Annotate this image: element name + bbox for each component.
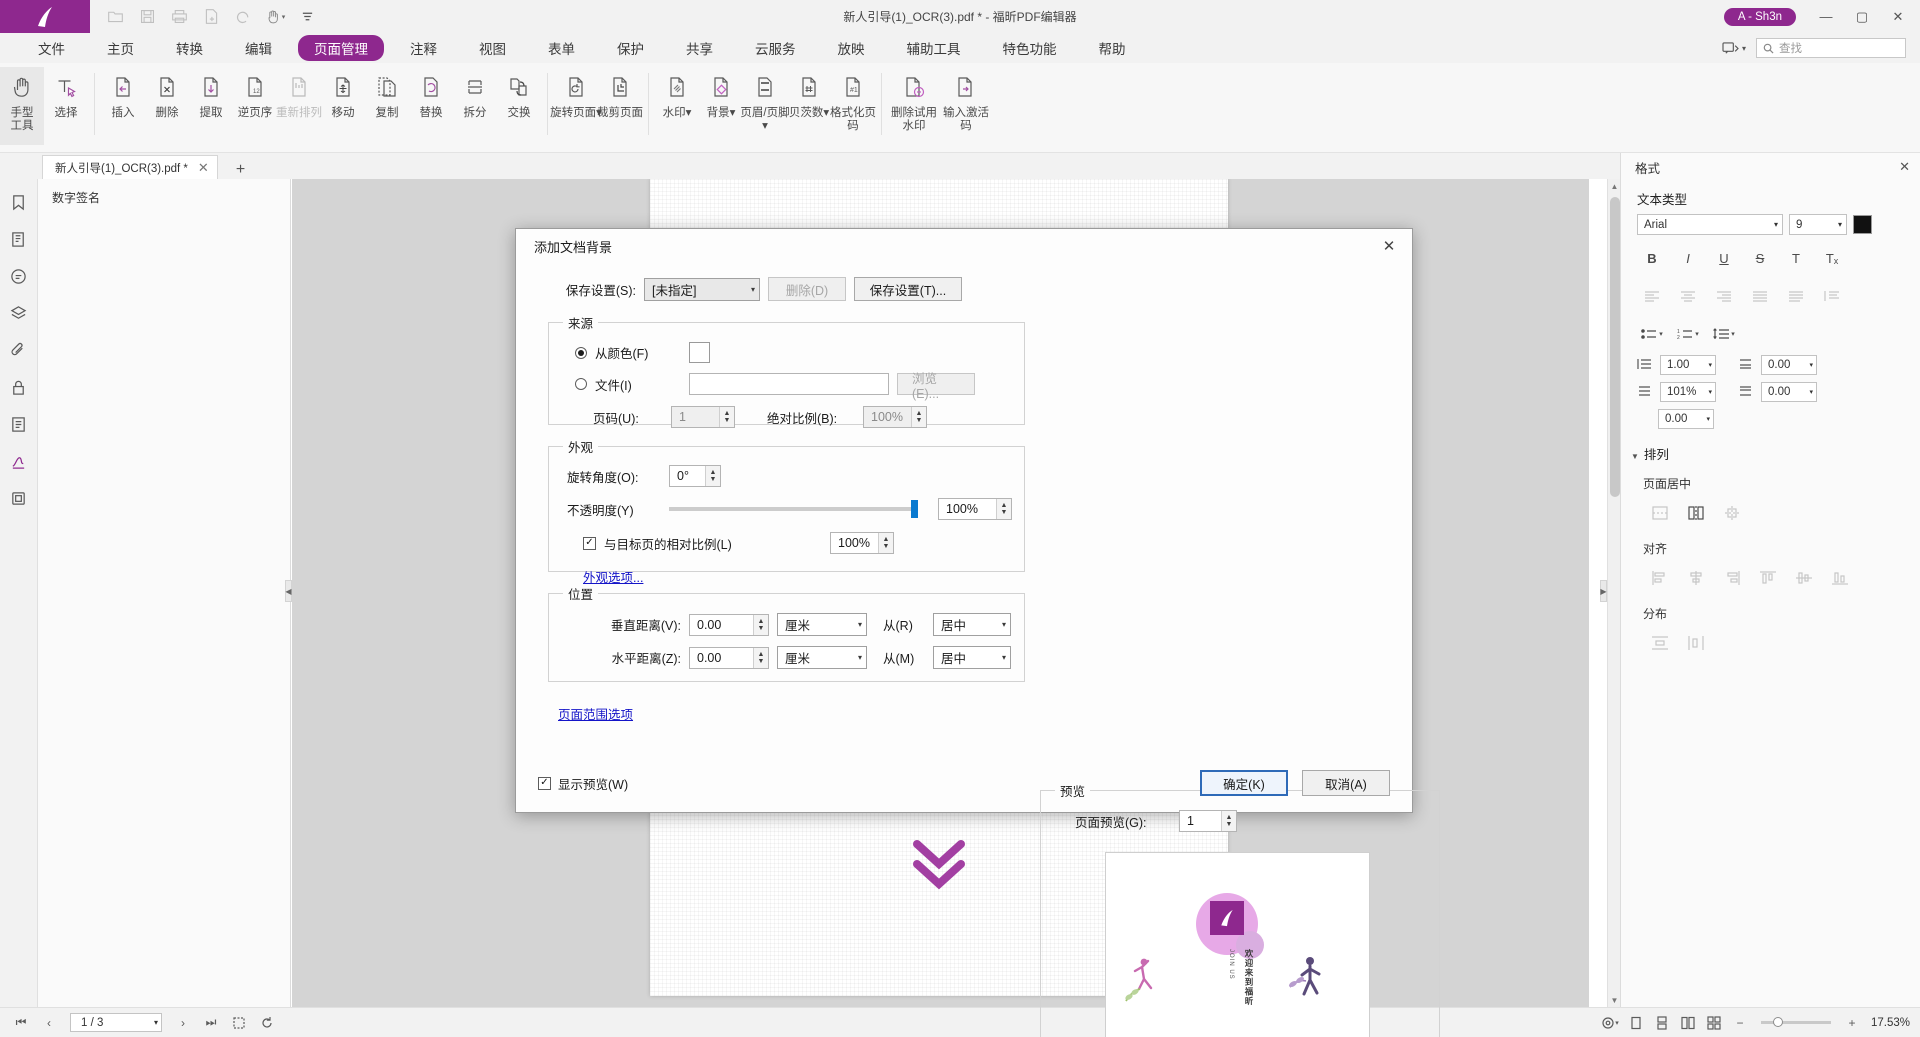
preview-logo xyxy=(1210,901,1244,935)
save-settings-select[interactable]: [未指定]▾ xyxy=(644,278,760,301)
opacity-slider[interactable] xyxy=(669,507,918,511)
opacity-spinner[interactable]: 100% ▲▼ xyxy=(938,498,1012,520)
preview-figure-left xyxy=(1122,957,1164,1009)
page-preview-label: 页面预览(G): xyxy=(1075,812,1171,831)
relative-scale-spinner[interactable]: 100% ▲▼ xyxy=(830,532,894,554)
horizontal-unit-value: 厘米 xyxy=(785,648,810,667)
from-color-radio[interactable] xyxy=(575,347,587,359)
page-preview-value: 1 xyxy=(1187,814,1194,828)
horizontal-from-label: 从(M) xyxy=(883,648,925,667)
rotation-label: 旋转角度(O): xyxy=(567,467,661,486)
horizontal-from-select[interactable]: 居中▾ xyxy=(933,646,1011,669)
save-settings-row: 保存设置(S): [未指定]▾ 删除(D) 保存设置(T)... xyxy=(548,277,1392,301)
vertical-distance-label: 垂直距离(V): xyxy=(583,615,681,634)
show-preview-checkbox[interactable]: ✓ xyxy=(538,777,551,790)
preview-welcome-text: 欢迎来到福昕 xyxy=(1243,949,1254,1006)
from-file-row: 文件(I) 浏览(E)... xyxy=(575,373,1012,395)
appearance-legend: 外观 xyxy=(563,437,598,456)
from-file-label: 文件(I) xyxy=(595,375,681,394)
vertical-unit-select[interactable]: 厘米▾ xyxy=(777,613,867,636)
delete-settings-button: 删除(D) xyxy=(768,277,846,301)
source-page-number-spinner[interactable]: 1 ▲▼ xyxy=(671,406,735,428)
dialog-title: 添加文档背景 xyxy=(534,237,612,256)
dialog-close-icon[interactable]: ✕ xyxy=(1376,234,1402,258)
relative-scale-row: ✓ 与目标页的相对比例(L) 100% ▲▼ xyxy=(583,532,1012,554)
page-number-row: 页码(U): 1 ▲▼ 绝对比例(B): 100% ▲▼ xyxy=(593,406,1012,428)
opacity-row: 不透明度(Y) 100% ▲▼ xyxy=(567,498,1012,520)
rotation-spinner[interactable]: 0° ▲▼ xyxy=(669,465,721,487)
save-settings-button[interactable]: 保存设置(T)... xyxy=(854,277,962,301)
opacity-slider-handle[interactable] xyxy=(911,500,918,518)
source-legend: 来源 xyxy=(563,313,598,332)
show-preview-row: ✓ 显示预览(W) xyxy=(538,774,628,793)
from-file-radio[interactable] xyxy=(575,378,587,390)
add-background-dialog: 添加文档背景 ✕ 保存设置(S): [未指定]▾ 删除(D) 保存设置(T)..… xyxy=(515,228,1413,813)
show-preview-label: 显示预览(W) xyxy=(558,774,628,793)
horizontal-distance-spinner[interactable]: 0.00 ▲▼ xyxy=(689,647,769,669)
horizontal-unit-select[interactable]: 厘米▾ xyxy=(777,646,867,669)
opacity-value: 100% xyxy=(946,502,978,516)
rotation-row: 旋转角度(O): 0° ▲▼ xyxy=(567,465,1012,487)
file-path-input[interactable] xyxy=(689,373,889,395)
vertical-from-value: 居中 xyxy=(941,615,966,634)
relative-scale-value: 100% xyxy=(838,536,870,550)
dialog-footer: ✓ 显示预览(W) 确定(K) 取消(A) xyxy=(516,770,1412,796)
vertical-unit-value: 厘米 xyxy=(785,615,810,634)
horizontal-distance-value: 0.00 xyxy=(697,651,721,665)
preview-figure-right xyxy=(1284,953,1336,1009)
horizontal-distance-label: 水平距离(Z): xyxy=(583,648,681,667)
preview-join-us: JOIN US xyxy=(1228,949,1234,980)
absolute-scale-spinner[interactable]: 100% ▲▼ xyxy=(863,406,927,428)
vertical-from-label: 从(R) xyxy=(883,615,925,634)
relative-scale-checkbox[interactable]: ✓ xyxy=(583,537,596,550)
position-group: 位置 垂直距离(V): 0.00 ▲▼ 厘米▾ 从(R) 居中▾ xyxy=(548,584,1025,682)
relative-scale-label: 与目标页的相对比例(L) xyxy=(604,534,822,553)
page-preview-row: 页面预览(G): 1 ▲▼ xyxy=(1075,810,1427,832)
horizontal-from-value: 居中 xyxy=(941,648,966,667)
appearance-options-link[interactable]: 外观选项... xyxy=(583,571,643,585)
modal-overlay: 添加文档背景 ✕ 保存设置(S): [未指定]▾ 删除(D) 保存设置(T)..… xyxy=(0,0,1920,1037)
horizontal-distance-row: 水平距离(Z): 0.00 ▲▼ 厘米▾ 从(M) 居中▾ xyxy=(583,646,1012,669)
position-legend: 位置 xyxy=(563,584,598,603)
source-group: 来源 从颜色(F) 文件(I) 浏览(E)... 页码(U): xyxy=(548,313,1025,425)
preview-group: 预览 页面预览(G): 1 ▲▼ JOIN xyxy=(1040,781,1440,1037)
absolute-scale-label: 绝对比例(B): xyxy=(767,408,855,427)
opacity-label: 不透明度(Y) xyxy=(567,500,661,519)
vertical-distance-spinner[interactable]: 0.00 ▲▼ xyxy=(689,614,769,636)
save-settings-label: 保存设置(S): xyxy=(548,280,636,299)
from-color-row: 从颜色(F) xyxy=(575,342,1012,363)
absolute-scale-value: 100% xyxy=(871,410,903,424)
vertical-from-select[interactable]: 居中▾ xyxy=(933,613,1011,636)
browse-button: 浏览(E)... xyxy=(897,373,975,395)
vertical-distance-value: 0.00 xyxy=(697,618,721,632)
from-color-label: 从颜色(F) xyxy=(595,343,681,362)
cancel-button[interactable]: 取消(A) xyxy=(1302,770,1390,796)
rotation-value: 0° xyxy=(677,469,689,483)
page-number-label: 页码(U): xyxy=(593,408,663,427)
page-range-options-link[interactable]: 页面范围选项 xyxy=(558,708,633,722)
source-page-number-value: 1 xyxy=(679,410,686,424)
background-color-swatch[interactable] xyxy=(689,342,710,363)
save-settings-value: [未指定] xyxy=(652,280,696,299)
ok-button[interactable]: 确定(K) xyxy=(1200,770,1288,796)
page-preview-spinner[interactable]: 1 ▲▼ xyxy=(1179,810,1237,832)
appearance-group: 外观 旋转角度(O): 0° ▲▼ 不透明度(Y) 100% ▲▼ xyxy=(548,437,1025,572)
dialog-title-bar: 添加文档背景 ✕ xyxy=(516,229,1412,263)
preview-page: JOIN US 欢迎来到福昕 xyxy=(1105,852,1370,1037)
vertical-distance-row: 垂直距离(V): 0.00 ▲▼ 厘米▾ 从(R) 居中▾ xyxy=(583,613,1012,636)
